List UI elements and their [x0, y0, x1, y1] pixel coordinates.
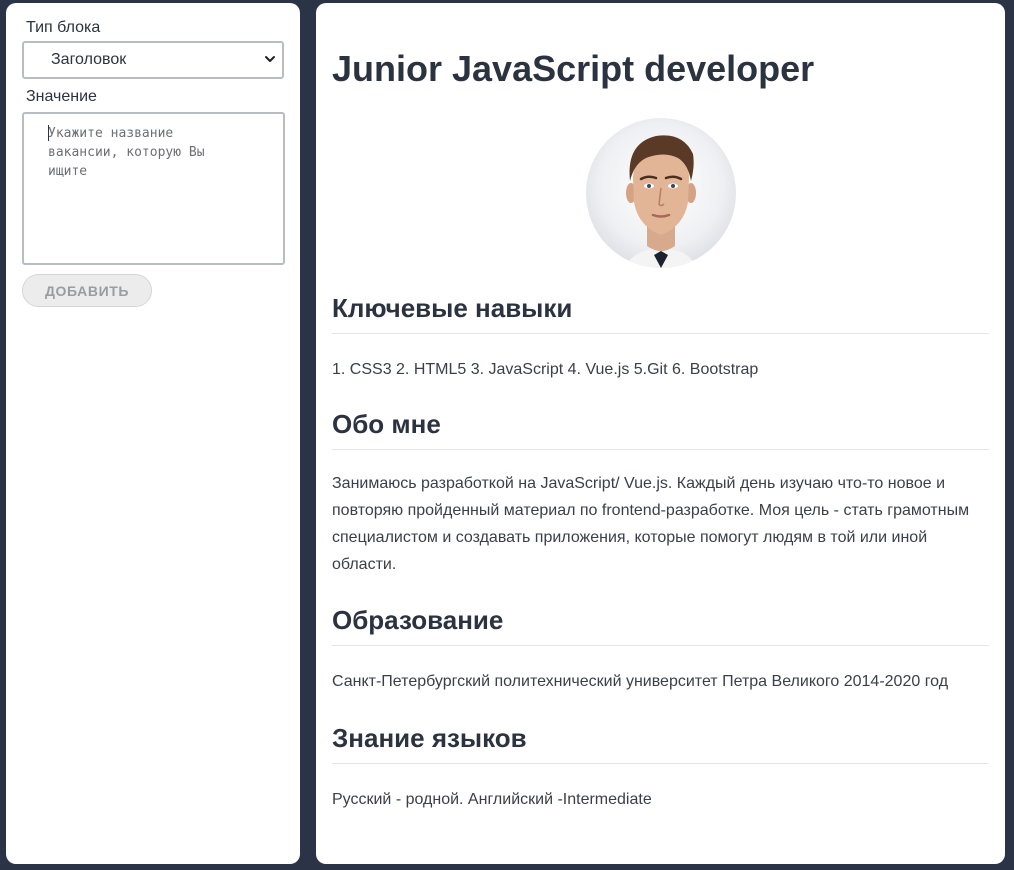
textarea-placeholder: Укажите название вакансии, которую Вы ищ…	[48, 124, 271, 181]
section-heading: Знание языков	[332, 723, 989, 764]
resume-title: Junior JavaScript developer	[332, 48, 815, 89]
text-caret	[48, 125, 49, 141]
section-heading: Ключевые навыки	[332, 293, 989, 334]
resume-preview: Junior JavaScript developer Ключевые нав…	[316, 3, 1005, 864]
section-text: Занимаюсь разработкой на JavaScript/ Vue…	[332, 475, 970, 573]
placeholder-line: вакансии, которую Вы	[48, 145, 205, 160]
avatar-container	[332, 118, 989, 268]
block-type-select[interactable]: Заголовок	[22, 41, 284, 79]
block-value-textarea[interactable]: Укажите название вакансии, которую Вы ищ…	[22, 112, 285, 265]
avatar	[585, 118, 736, 268]
block-type-label: Тип блока	[26, 19, 101, 36]
section-languages: Знание языков Русский - родной. Английск…	[332, 723, 989, 813]
section-text: 1. CSS3 2. HTML5 3. JavaScript 4. Vue.js…	[332, 361, 759, 378]
section-education: Образование Санкт-Петербургский политехн…	[332, 605, 989, 695]
editor-panel: Тип блока Заголовок Значение Укажите наз…	[6, 3, 300, 864]
section-about: Обо мне Занимаюсь разработкой на JavaScr…	[332, 409, 989, 578]
block-value-label: Значение	[26, 88, 97, 105]
section-heading: Образование	[332, 605, 989, 646]
section-skills: Ключевые навыки 1. CSS3 2. HTML5 3. Java…	[332, 293, 989, 383]
chevron-down-icon	[265, 56, 275, 62]
section-text: Санкт-Петербургский политехнический унив…	[332, 673, 949, 690]
section-text: Русский - родной. Английский -Intermedia…	[332, 791, 652, 808]
placeholder-line: Укажите название	[48, 126, 174, 141]
person-photo-icon	[625, 135, 696, 268]
block-type-selected-value: Заголовок	[51, 51, 127, 68]
placeholder-line: ищите	[48, 164, 88, 179]
section-heading: Обо мне	[332, 409, 989, 450]
add-block-button[interactable]: ДОБАВИТЬ	[22, 274, 152, 307]
